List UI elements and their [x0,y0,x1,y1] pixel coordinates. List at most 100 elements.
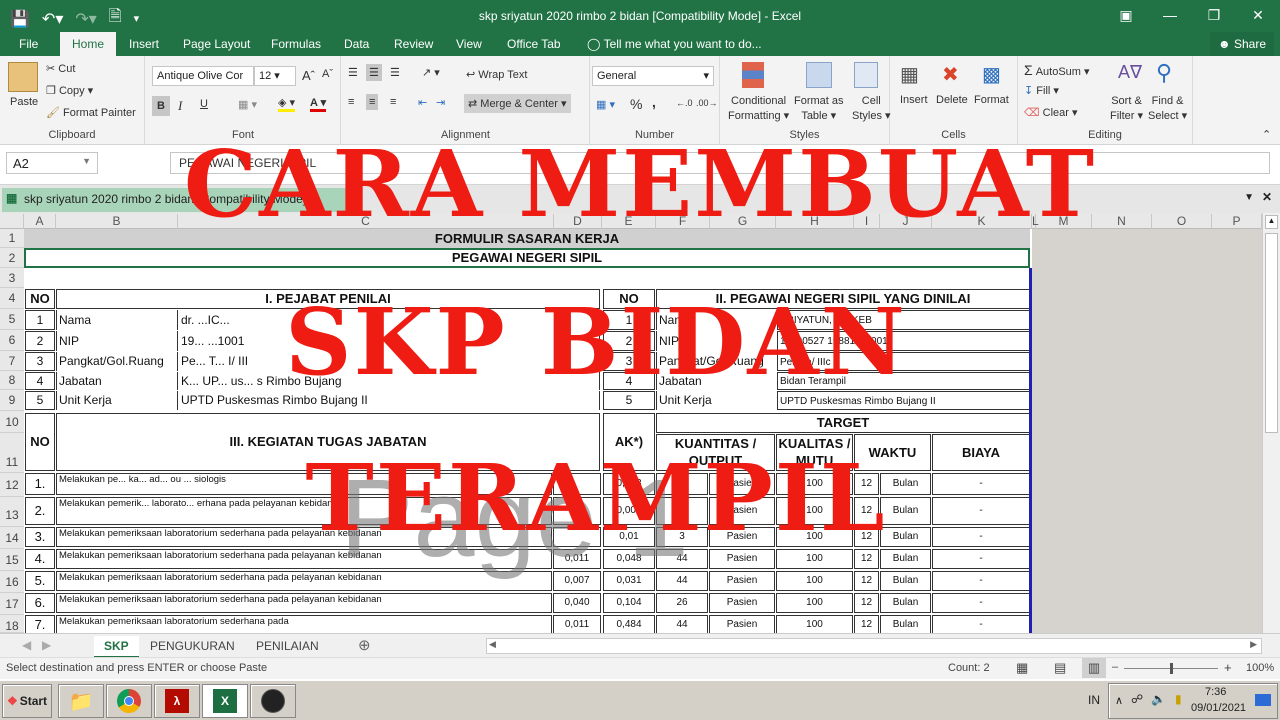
no-header-2[interactable]: NO [603,289,655,309]
sheet-tab-skp[interactable]: SKP [94,636,139,658]
row-header[interactable]: 4 [0,288,24,309]
wrap-text-button[interactable]: ↩ Wrap Text [466,68,527,81]
activity-text[interactable]: Melakukan pemeriksaan laboratorium seder… [56,615,552,633]
activity-no[interactable]: 1. [25,473,55,495]
pegawai-no[interactable]: 4 [603,372,655,390]
font-size-select[interactable]: 12 ▾ [254,66,296,86]
column-header[interactable]: F [656,214,710,229]
pegawai-no[interactable]: 2 [603,331,655,351]
row-header[interactable]: 5 [0,309,24,330]
document-tab[interactable]: ▦ skp sriyatun 2020 rimbo 2 bidan [Compa… [2,188,352,212]
pegawai-value[interactable]: Bidan Terampil [777,372,1030,390]
formula-input[interactable]: PEGAWAI NEGERI SIPIL [170,152,1270,174]
pejabat-label[interactable]: Nama [56,310,176,330]
autosum-button[interactable]: Σ AutoSum ▾ [1024,62,1090,78]
row-header[interactable]: 10 [0,411,24,433]
percent-button[interactable]: % [630,96,642,112]
activity-unit[interactable]: Pasien [709,571,775,591]
decrease-decimal-icon[interactable]: .00→ [696,98,718,108]
column-header[interactable]: G [710,214,776,229]
form-subtitle-selected-cell[interactable]: PEGAWAI NEGERI SIPIL [24,248,1030,268]
tab-review[interactable]: Review [385,32,442,56]
activity-waktu-unit[interactable]: Bulan [880,593,931,613]
activity-waktu[interactable]: 12 [854,527,879,547]
normal-view-icon[interactable]: ▦ [1016,660,1028,676]
row-header[interactable]: 17 [0,593,24,615]
orientation-icon[interactable]: ↗ ▾ [422,66,440,79]
tab-data[interactable]: Data [335,32,378,56]
chrome-icon[interactable] [106,684,152,718]
row-header[interactable]: 9 [0,390,24,411]
pegawai-value[interactable]: Penata/ IIIc [777,352,1030,371]
activity-unit[interactable]: Pasien [709,549,775,569]
pegawai-label[interactable]: Unit Kerja [656,391,776,410]
align-center-icon[interactable]: ≡ [366,94,379,110]
pegawai-label[interactable]: NIP [656,331,776,351]
sheet-tab-penilaian[interactable]: PENILAIAN [246,636,329,656]
activity-no[interactable]: 4. [25,549,55,569]
activity-unit[interactable]: Pasien [709,473,775,495]
find-icon[interactable]: ⚲ [1156,60,1172,86]
clock-date[interactable]: 09/01/2021 [1191,702,1246,714]
column-header[interactable]: C [178,214,554,229]
zoom-slider[interactable] [1124,663,1218,674]
activity-waktu-unit[interactable]: Bulan [880,497,931,525]
tab-list-icon[interactable]: ▼ [1244,192,1254,203]
activity-waktu[interactable]: 12 [854,571,879,591]
column-header[interactable]: I [854,214,880,229]
column-header[interactable]: O [1152,214,1212,229]
target-header[interactable]: TARGET [656,413,1030,433]
sort-filter-button[interactable]: Sort & Filter ▾ [1110,94,1143,124]
row-header[interactable]: 6 [0,330,24,351]
copy-button[interactable]: ❐ Copy ▾ [46,84,93,97]
activity-mutu[interactable]: 100 [776,473,853,495]
select-all-corner[interactable] [0,214,24,229]
font-name-select[interactable]: Antique Olive Cor [152,66,254,86]
activity-waktu[interactable]: 12 [854,473,879,495]
underline-button[interactable]: U [200,98,208,110]
activity-mutu[interactable]: 100 [776,593,853,613]
paste-icon[interactable] [8,62,38,92]
no-header-3[interactable]: NO [25,413,55,471]
pegawai-label[interactable]: Nama [656,310,776,330]
clear-button[interactable]: ⌫ Clear ▾ [1024,106,1078,119]
activity-no[interactable]: 2. [25,497,55,525]
row-header[interactable]: 15 [0,549,24,571]
activity-waktu-unit[interactable]: Bulan [880,615,931,633]
add-sheet-icon[interactable]: ⊕ [358,636,371,654]
scroll-right-icon[interactable]: ▶ [1250,639,1257,650]
activity-ak2[interactable]: 0,484 [603,615,655,633]
activity-waktu[interactable]: 12 [854,615,879,633]
align-middle-icon[interactable]: ☰ [366,64,382,81]
activity-mutu[interactable]: 100 [776,497,853,525]
column-header[interactable]: N [1092,214,1152,229]
tell-me-search[interactable]: ◯ Tell me what you want to do... [578,32,771,56]
activity-no[interactable]: 6. [25,593,55,613]
activity-ak2[interactable]: 0,104 [603,593,655,613]
increase-indent-icon[interactable]: ⇥ [436,96,445,109]
column-header[interactable]: E [602,214,656,229]
paste-button[interactable]: Paste [10,96,38,108]
column-header[interactable]: P [1212,214,1262,229]
prev-sheet-icon[interactable]: ◀ [22,638,31,652]
no-header[interactable]: NO [25,289,55,309]
page-break-view-icon[interactable]: ▥ [1082,658,1106,678]
waktu-header[interactable]: WAKTU [854,434,931,471]
maximize-icon[interactable]: ❐ [1192,0,1236,30]
activity-mutu[interactable]: 100 [776,527,853,547]
tab-view[interactable]: View [447,32,491,56]
zoom-slider-thumb[interactable] [1170,663,1173,674]
activity-no[interactable]: 3. [25,527,55,547]
biaya-header[interactable]: BIAYA [932,434,1030,471]
row-header[interactable]: 14 [0,527,24,549]
cell-styles-icon[interactable] [854,62,878,88]
pegawai-no[interactable]: 1 [603,310,655,330]
activity-waktu[interactable]: 12 [854,497,879,525]
font-color-icon[interactable]: A ▾ [310,96,327,112]
cut-button[interactable]: ✂ Cut [46,62,75,75]
scroll-thumb[interactable] [1265,233,1278,433]
delete-cells-icon[interactable]: ✖ [942,62,959,87]
row-header[interactable]: 13 [0,497,24,527]
pejabat-label[interactable]: Unit Kerja [56,391,176,410]
pegawai-value[interactable]: UPTD Puskesmas Rimbo Bujang II [777,391,1030,410]
